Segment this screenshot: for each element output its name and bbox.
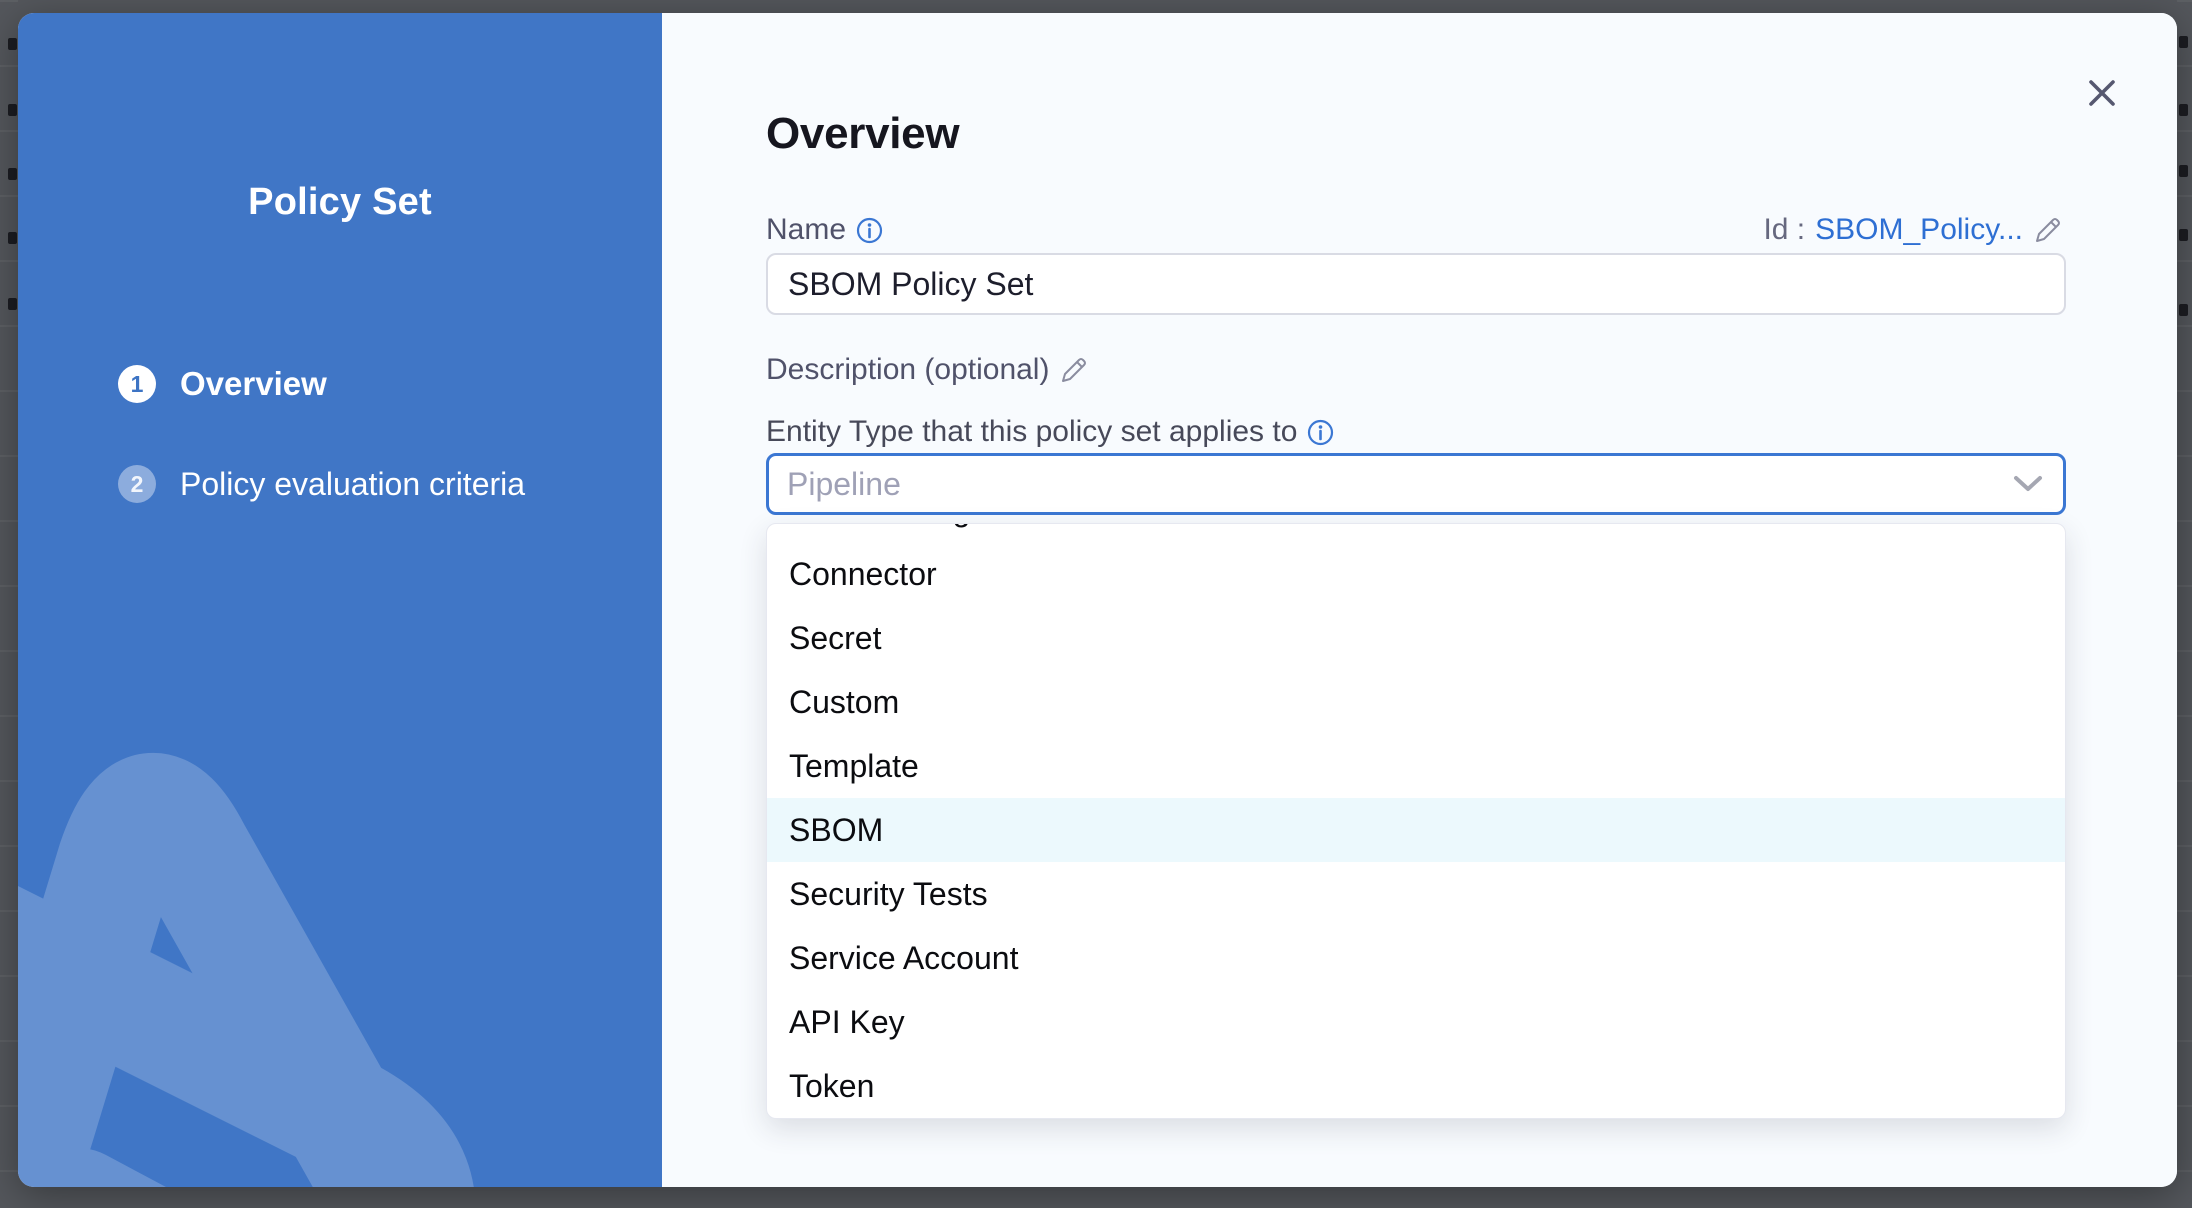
id-value-link[interactable]: SBOM_Policy...	[1815, 213, 2023, 247]
wizard-title: Policy Set	[18, 181, 662, 224]
policy-set-modal: Policy Set 1 Overview 2 Policy evaluatio…	[18, 13, 2177, 1187]
name-label-row: Name	[766, 213, 883, 247]
wizard-step-overview[interactable]: 1 Overview	[118, 365, 327, 403]
entity-type-dropdown: Feature Flag ConnectorSecretCustomTempla…	[766, 523, 2066, 1119]
entity-type-select[interactable]: Pipeline	[766, 453, 2066, 515]
background-text-fragments-right	[2179, 36, 2188, 48]
info-icon[interactable]	[856, 217, 883, 244]
dropdown-option[interactable]: Custom	[767, 670, 2065, 734]
harness-logo-watermark	[18, 707, 662, 1187]
entity-type-placeholder: Pipeline	[787, 466, 2011, 503]
step-number-badge: 2	[118, 465, 156, 503]
panel-heading: Overview	[766, 109, 959, 159]
description-label: Description (optional)	[766, 353, 1049, 387]
dropdown-option[interactable]: Token	[767, 1054, 2065, 1118]
dropdown-option[interactable]: Service Account	[767, 926, 2065, 990]
dropdown-option[interactable]: SBOM	[767, 798, 2065, 862]
dropdown-option-clipped[interactable]: Feature Flag	[767, 523, 2065, 542]
entity-type-label: Entity Type that this policy set applies…	[766, 415, 1297, 449]
name-label: Name	[766, 213, 846, 247]
edit-pencil-icon[interactable]	[2033, 215, 2063, 245]
name-input[interactable]	[766, 253, 2066, 315]
overview-panel: Overview Name Id : SBOM_Policy...	[662, 13, 2177, 1187]
background-text-fragments-left	[8, 38, 17, 50]
dropdown-option[interactable]: API Key	[767, 990, 2065, 1054]
dimmed-page-right-edge	[2177, 0, 2192, 1208]
dropdown-option[interactable]: Secret	[767, 606, 2065, 670]
wizard-step-policy-evaluation-criteria[interactable]: 2 Policy evaluation criteria	[118, 465, 525, 503]
dimmed-page-left-edge	[0, 0, 18, 1208]
edit-pencil-icon[interactable]	[1059, 355, 1089, 385]
step-label: Policy evaluation criteria	[180, 466, 525, 503]
close-icon[interactable]	[2074, 65, 2130, 121]
chevron-down-icon	[2011, 474, 2045, 494]
dropdown-option[interactable]: Security Tests	[767, 862, 2065, 926]
entity-id-row: Id : SBOM_Policy...	[1763, 213, 2063, 247]
dropdown-option[interactable]: Connector	[767, 542, 2065, 606]
description-label-row: Description (optional)	[766, 353, 1089, 387]
info-icon[interactable]	[1307, 419, 1334, 446]
step-label: Overview	[180, 365, 327, 403]
dropdown-option[interactable]: Template	[767, 734, 2065, 798]
entity-type-label-row: Entity Type that this policy set applies…	[766, 415, 1334, 449]
entity-type-option-list: Feature Flag ConnectorSecretCustomTempla…	[767, 523, 2065, 1118]
step-number-badge: 1	[118, 365, 156, 403]
id-label: Id :	[1763, 213, 1805, 247]
wizard-sidebar: Policy Set 1 Overview 2 Policy evaluatio…	[18, 13, 662, 1187]
